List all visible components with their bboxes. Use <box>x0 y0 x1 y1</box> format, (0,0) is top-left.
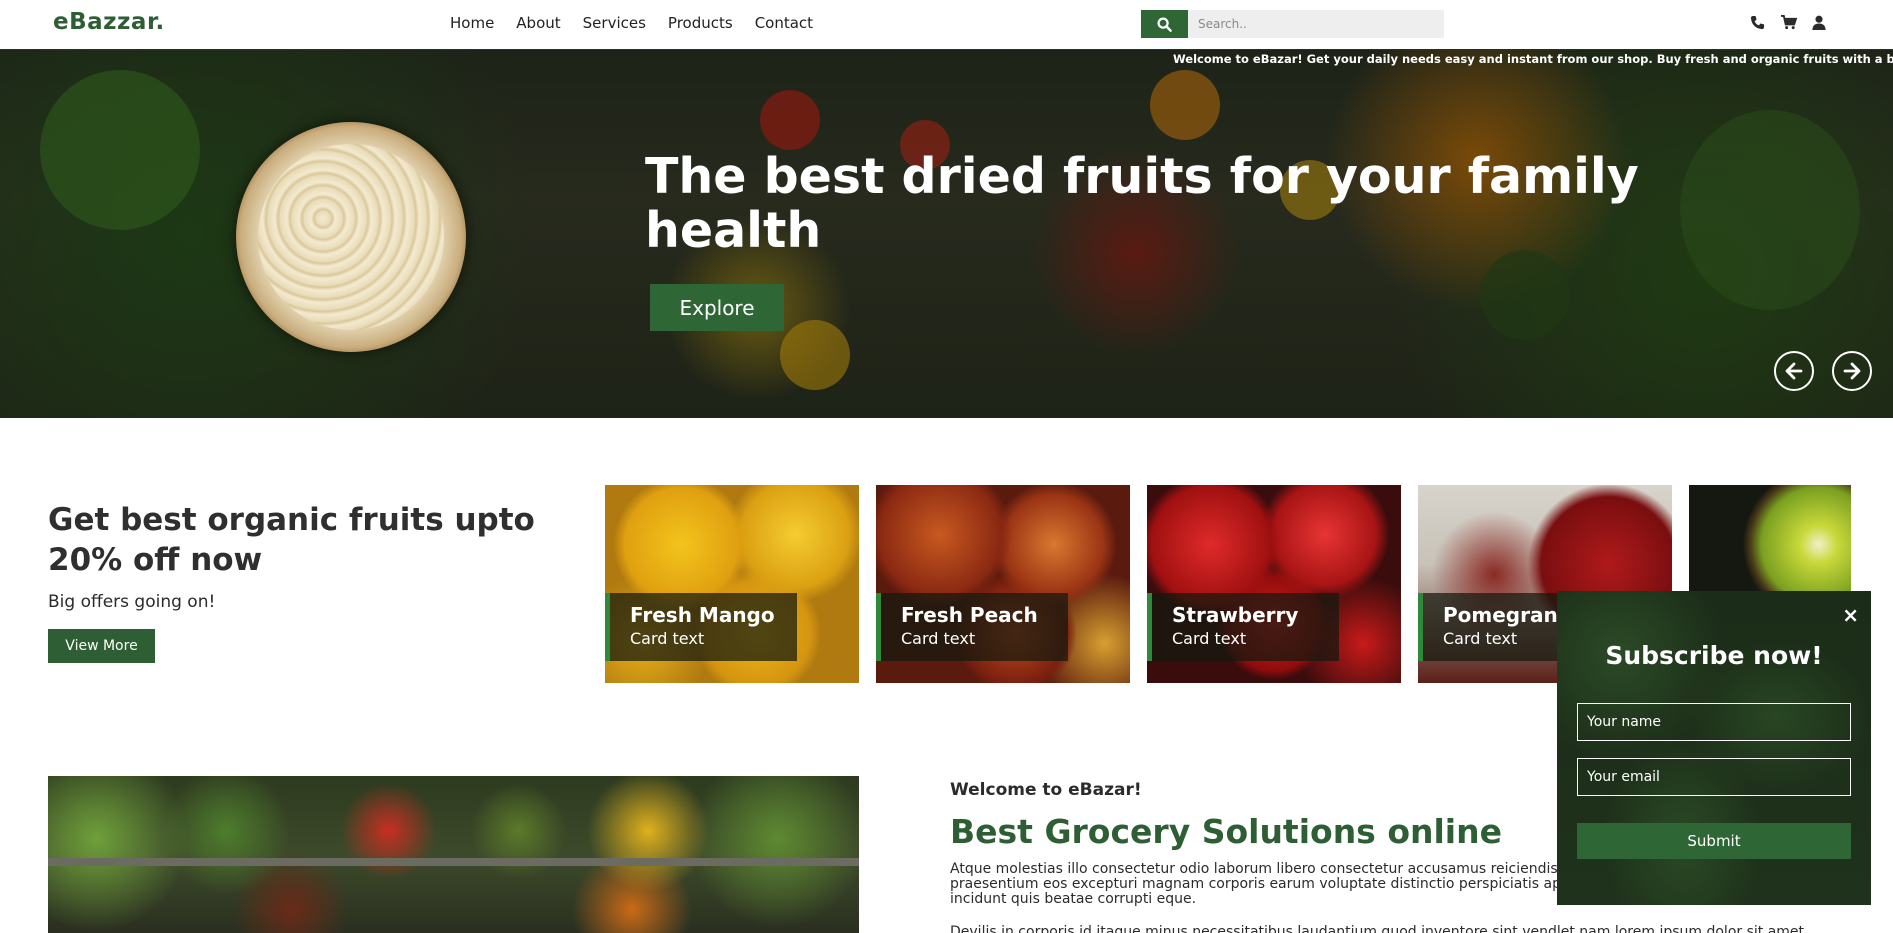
hero-bg-leaves <box>40 70 200 230</box>
hero-bg-pepper <box>760 90 820 150</box>
search-input[interactable] <box>1188 10 1444 38</box>
arrow-right-icon <box>1843 362 1861 380</box>
explore-button[interactable]: Explore <box>650 284 784 331</box>
about-title: Best Grocery Solutions online <box>950 812 1502 851</box>
welcome-marquee: Welcome to eBazar! Get your daily needs … <box>1173 52 1893 66</box>
hero-bg-leaves <box>1480 250 1570 340</box>
nav-menu: Home About Services Products Contact <box>450 14 835 32</box>
cashew-bowl-image <box>236 122 466 352</box>
product-card-strawberry[interactable]: Strawberry Card text <box>1147 485 1401 683</box>
product-card-peach[interactable]: Fresh Peach Card text <box>876 485 1130 683</box>
hero-bg-pepper <box>780 320 850 390</box>
grocery-shelf-image <box>48 776 859 933</box>
offer-title: Get best organic fruits upto 20% off now <box>48 502 535 578</box>
nav-about[interactable]: About <box>516 14 560 32</box>
card-caption: Fresh Peach Card text <box>876 593 1068 661</box>
card-text: Card text <box>630 629 705 648</box>
nav-icons <box>1748 13 1828 31</box>
card-caption: Fresh Mango Card text <box>605 593 797 661</box>
card-title: Strawberry <box>1172 603 1299 627</box>
nav-contact[interactable]: Contact <box>755 14 813 32</box>
nav-home[interactable]: Home <box>450 14 494 32</box>
user-icon[interactable] <box>1810 13 1828 31</box>
nav-products[interactable]: Products <box>668 14 733 32</box>
shelf-divider <box>48 858 859 866</box>
hero-title: The best dried fruits for your family he… <box>645 148 1639 259</box>
phone-icon[interactable] <box>1748 13 1766 31</box>
cart-icon[interactable] <box>1779 13 1797 31</box>
hero-bg-pepper <box>1150 70 1220 140</box>
brand-logo[interactable]: eBazzar. <box>53 9 165 35</box>
nav-services[interactable]: Services <box>583 14 646 32</box>
arrow-left-icon <box>1785 362 1803 380</box>
view-more-button[interactable]: View More <box>48 629 155 663</box>
name-field[interactable] <box>1577 703 1851 741</box>
hero-bg-leaves <box>1680 110 1860 310</box>
product-card-mango[interactable]: Fresh Mango Card text <box>605 485 859 683</box>
offer-subtitle: Big offers going on! <box>48 592 216 612</box>
navbar: eBazzar. Home About Services Products Co… <box>0 0 1893 50</box>
subscribe-title: Subscribe now! <box>1605 641 1823 670</box>
submit-button[interactable]: Submit <box>1577 823 1851 859</box>
card-title: Fresh Peach <box>901 603 1038 627</box>
card-text: Card text <box>901 629 976 648</box>
about-kicker: Welcome to eBazar! <box>950 780 1142 800</box>
about-paragraph-2: Devilis in corporis id itaque minus nece… <box>950 924 1805 933</box>
prev-slide-button[interactable] <box>1774 351 1814 391</box>
card-text: Card text <box>1172 629 1247 648</box>
card-title: Fresh Mango <box>630 603 775 627</box>
next-slide-button[interactable] <box>1832 351 1872 391</box>
search-bar <box>1141 10 1444 38</box>
search-button[interactable] <box>1141 10 1188 38</box>
email-field[interactable] <box>1577 758 1851 796</box>
card-caption: Strawberry Card text <box>1147 593 1339 661</box>
search-icon <box>1157 16 1172 32</box>
close-icon[interactable]: × <box>1842 603 1859 627</box>
subscribe-popup: × Subscribe now! Submit <box>1557 591 1871 905</box>
